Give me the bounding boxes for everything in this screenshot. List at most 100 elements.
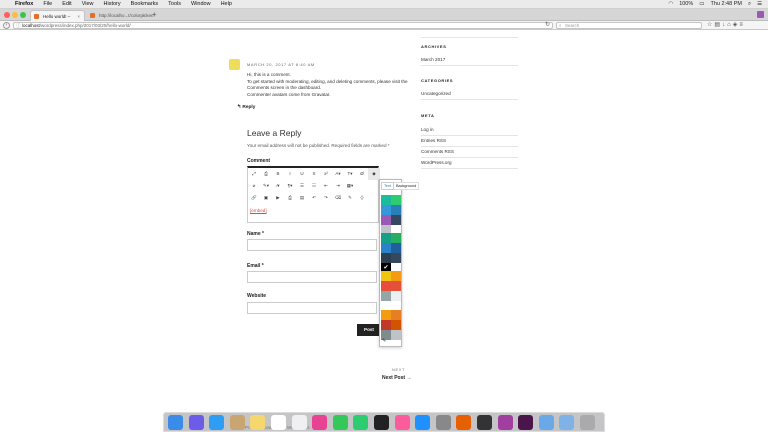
editor-tool-button[interactable]: ⎙ xyxy=(260,168,272,180)
editor-tool-button[interactable]: A▾ xyxy=(332,168,344,180)
tab-colorpicker[interactable]: http://localho...t/colorpicker/ × xyxy=(87,10,154,21)
slack-icon[interactable] xyxy=(518,415,534,430)
wifi-icon[interactable]: ◠ xyxy=(668,0,673,9)
spotlight-icon[interactable]: ⌕ xyxy=(748,0,751,9)
trash-icon[interactable] xyxy=(580,415,595,430)
phpstorm-icon[interactable] xyxy=(497,415,513,430)
facetime-icon[interactable] xyxy=(353,415,369,430)
color-swatch[interactable] xyxy=(391,243,401,253)
editor-tool-button[interactable]: ✎ xyxy=(344,192,356,204)
color-swatch[interactable] xyxy=(381,253,391,263)
settings-icon[interactable] xyxy=(435,415,451,430)
new-tab-button[interactable]: + xyxy=(152,9,157,21)
editor-tool-button[interactable]: B xyxy=(272,168,284,180)
menu-tools[interactable]: Tools xyxy=(163,0,186,9)
category-item[interactable]: Uncategorized xyxy=(421,91,518,100)
editor-tool-button[interactable]: ⇤ xyxy=(320,180,332,192)
notification-center-icon[interactable]: ☰ xyxy=(757,0,762,9)
editor-tool-button[interactable]: ↶ xyxy=(308,192,320,204)
editor-tool-button[interactable]: ⎙ xyxy=(284,192,296,204)
color-swatch[interactable] xyxy=(391,320,401,330)
hamburger-menu-icon[interactable]: ≡ xyxy=(739,22,745,28)
color-swatch[interactable] xyxy=(391,310,401,320)
color-swatch[interactable] xyxy=(381,233,391,243)
color-swatch[interactable] xyxy=(381,310,391,320)
menu-help[interactable]: Help xyxy=(216,0,237,9)
post-comment-button[interactable]: Post Co xyxy=(357,324,381,344)
search-field[interactable]: ⌕ Search xyxy=(556,22,702,29)
editor-tool-button[interactable]: S xyxy=(308,168,320,180)
color-swatch[interactable] xyxy=(391,215,401,225)
color-swatch[interactable] xyxy=(391,205,401,215)
itunes-icon[interactable] xyxy=(394,415,410,430)
color-swatch[interactable] xyxy=(381,320,391,330)
reload-icon[interactable]: ↻ xyxy=(545,21,550,30)
editor-tool-button[interactable]: ⁄▾ xyxy=(272,180,284,192)
battery-icon[interactable]: ▭ xyxy=(699,0,704,9)
editor-tool-button[interactable]: ✎▾ xyxy=(260,180,272,192)
next-post-link[interactable]: Next Post → xyxy=(382,375,411,381)
color-swatch[interactable] xyxy=(381,215,391,225)
menu-edit[interactable]: Edit xyxy=(57,0,76,9)
archive-item[interactable]: March 2017 xyxy=(421,57,518,66)
email-field[interactable] xyxy=(247,271,377,283)
messages-icon[interactable] xyxy=(332,415,348,430)
reading-list-icon[interactable]: ▤ xyxy=(714,22,722,28)
close-window-icon[interactable] xyxy=(4,12,10,18)
editor-content[interactable]: [embed] xyxy=(250,208,267,213)
notes-icon[interactable] xyxy=(250,415,266,430)
color-swatch[interactable] xyxy=(391,233,401,243)
minimize-window-icon[interactable] xyxy=(12,12,18,18)
appstore-icon[interactable] xyxy=(415,415,431,430)
editor-tool-button[interactable]: ⌀ xyxy=(248,180,260,192)
color-swatch[interactable] xyxy=(391,271,401,281)
editor-tool-button[interactable]: ⇥ xyxy=(332,180,344,192)
menu-bookmarks[interactable]: Bookmarks xyxy=(126,0,164,9)
editor-tool-button[interactable]: ☷ xyxy=(308,180,320,192)
color-swatch[interactable] xyxy=(381,271,391,281)
terminal-icon[interactable] xyxy=(374,415,389,430)
editor-tool-button[interactable]: ▶ xyxy=(272,192,284,204)
editor-tool-button[interactable]: x² xyxy=(320,168,332,180)
editor-tool-button[interactable]: U xyxy=(296,168,308,180)
menu-view[interactable]: View xyxy=(77,0,99,9)
back-button[interactable]: ‹ xyxy=(3,22,10,29)
editor-tool-button[interactable]: Ø xyxy=(356,168,368,180)
preview-icon[interactable] xyxy=(538,415,554,430)
sublime-icon[interactable] xyxy=(477,415,492,430)
meta-item-comments-rss[interactable]: Comments RSS xyxy=(421,149,518,158)
meta-item-entries-rss[interactable]: Entries RSS xyxy=(421,138,518,147)
editor-tool-button[interactable]: 🔗 xyxy=(248,192,260,204)
meta-item-login[interactable]: Log in xyxy=(421,127,518,136)
reminders-icon[interactable] xyxy=(291,415,307,430)
comment-editor[interactable]: ⤢ ⎙ B I U Sx² A▾ T▾ Ø ◆ ⌀ ✎▾ ⁄▾ ¶▾ ☰ ☷ ⇤ ⇥ ▦▾ 🔗 ▣ ▶ ⎙ ▤ ↶ ↷ ⌫ ✎ ⟨⟩… xyxy=(247,166,380,223)
menu-firefox[interactable]: Firefox xyxy=(10,0,38,9)
siri-icon[interactable] xyxy=(188,415,204,430)
firefox-icon[interactable] xyxy=(456,415,472,430)
meta-item-wordpress-org[interactable]: WordPress.org xyxy=(421,160,518,169)
menu-window[interactable]: Window xyxy=(186,0,216,9)
finder-icon[interactable] xyxy=(168,415,183,430)
color-swatch[interactable] xyxy=(381,205,391,215)
color-swatch[interactable] xyxy=(391,281,401,291)
editor-tool-button[interactable]: ▤ xyxy=(296,192,308,204)
zoom-window-icon[interactable] xyxy=(20,12,26,18)
editor-tool-button[interactable]: ☰ xyxy=(296,180,308,192)
editor-tool-button[interactable] xyxy=(356,180,368,192)
folder-icon[interactable] xyxy=(559,415,575,430)
name-field[interactable] xyxy=(247,239,377,251)
text-color-tab[interactable]: Text xyxy=(381,182,394,190)
tab-hello-world[interactable]: Hello world! – Private Word... × xyxy=(30,10,85,30)
color-swatch[interactable] xyxy=(391,253,401,263)
website-field[interactable] xyxy=(247,302,377,314)
editor-tool-button[interactable]: I xyxy=(284,168,296,180)
eyedropper-icon[interactable]: ✎ xyxy=(382,338,386,344)
editor-tool-button[interactable]: ⌫ xyxy=(332,192,344,204)
editor-tool-button[interactable]: T▾ xyxy=(344,168,356,180)
editor-tool-button[interactable]: ⟨⟩ xyxy=(356,192,368,204)
extension-icon[interactable] xyxy=(757,11,764,18)
calendar-icon[interactable] xyxy=(271,415,286,430)
mail-icon[interactable] xyxy=(229,415,245,430)
color-swatch[interactable] xyxy=(391,291,401,301)
menu-history[interactable]: History xyxy=(99,0,126,9)
